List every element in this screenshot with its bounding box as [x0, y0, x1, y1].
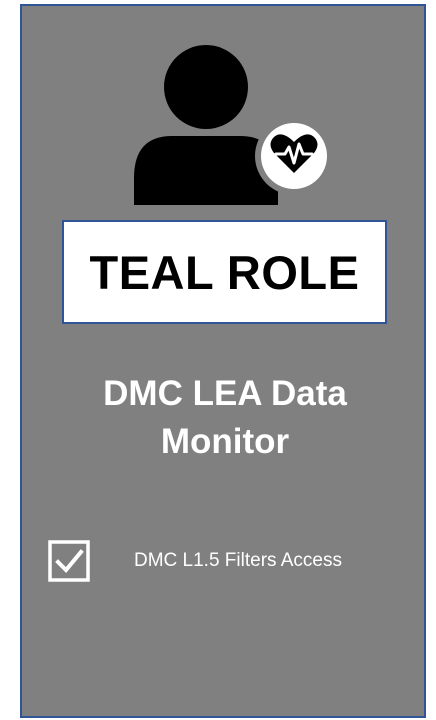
role-title: DMC LEA Data Monitor	[22, 370, 428, 466]
role-badge-label: TEAL ROLE	[89, 245, 360, 299]
permission-item: DMC L1.5 Filters Access	[48, 540, 418, 582]
permission-label: DMC L1.5 Filters Access	[134, 550, 342, 571]
checkbox-checked-icon[interactable]	[48, 540, 90, 582]
user-health-icon	[134, 45, 332, 205]
role-badge: TEAL ROLE	[62, 220, 387, 324]
role-card: TEAL ROLE DMC LEA Data Monitor DMC L1.5 …	[20, 4, 426, 718]
role-title-line2: Monitor	[160, 422, 290, 461]
role-title-line1: DMC LEA Data	[103, 374, 347, 413]
